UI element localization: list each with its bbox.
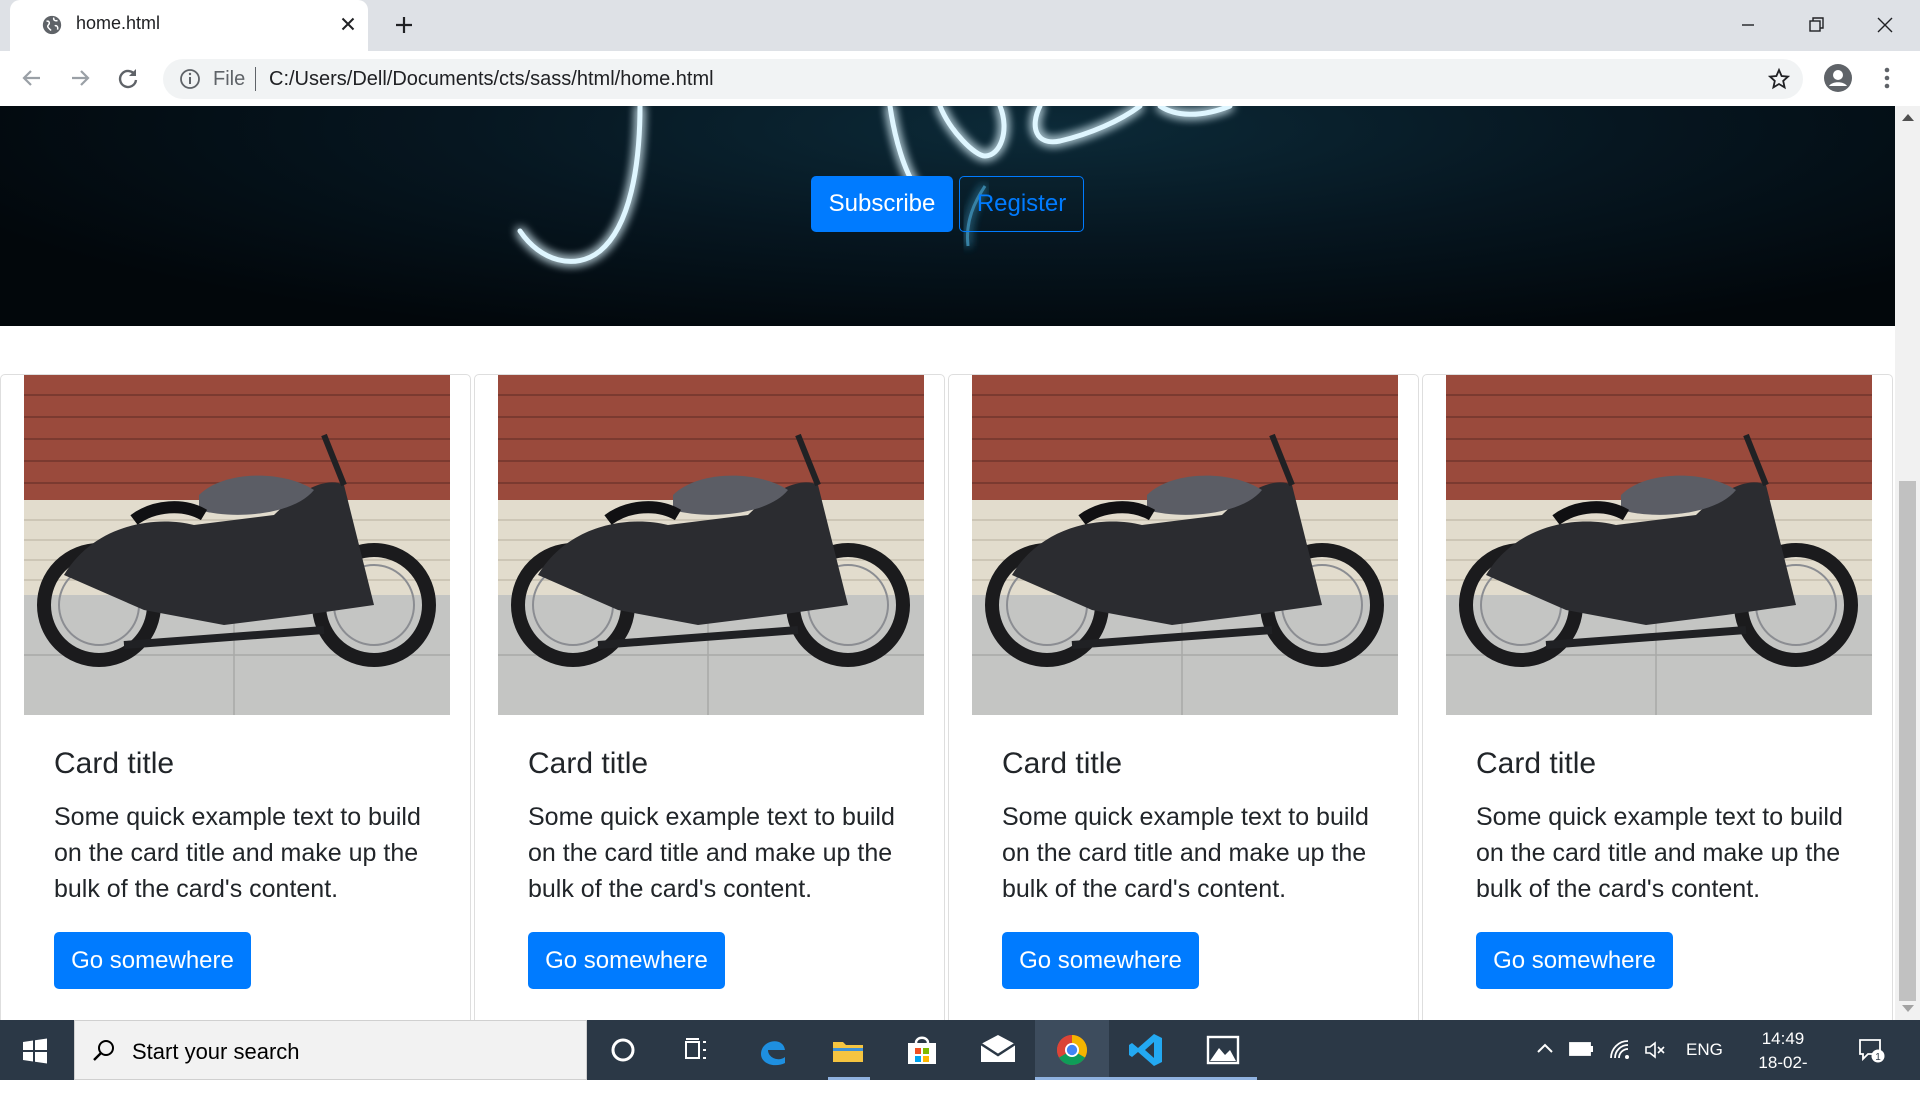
card-text: Some quick example text to build on the … [528, 803, 895, 903]
card-text: Some quick example text to build on the … [1476, 803, 1843, 903]
card-image-motorcycle [24, 375, 450, 715]
task-view-icon[interactable] [676, 1030, 716, 1070]
notification-center-icon[interactable]: 1 [1857, 1036, 1885, 1064]
show-hidden-icons-chevron-icon[interactable] [1534, 1038, 1556, 1060]
subscribe-button[interactable]: Subscribe [811, 176, 953, 232]
card-title: Card title [1002, 747, 1123, 780]
profile-avatar-icon[interactable] [1823, 63, 1853, 93]
edge-icon[interactable] [753, 1030, 793, 1070]
hero-banner: Subscribe Register [0, 106, 1895, 326]
browser-tabstrip: home.html [0, 0, 1920, 51]
card: Card title Some quick example text to bu… [948, 374, 1419, 1020]
cortana-icon[interactable] [603, 1030, 643, 1070]
url-text[interactable]: C:/Users/Dell/Documents/cts/sass/html/ho… [269, 68, 714, 91]
file-explorer-icon[interactable] [828, 1030, 868, 1070]
page-scrollbar[interactable] [1895, 106, 1920, 1020]
close-tab-icon[interactable] [337, 13, 359, 35]
restore-icon[interactable] [1803, 12, 1829, 38]
search-placeholder: Start your search [132, 1039, 300, 1064]
store-icon[interactable] [902, 1030, 942, 1070]
windows-taskbar: Start your search ENG 14:49 18-02-2020 1 [0, 1020, 1920, 1096]
card-text: Some quick example text to build on the … [1002, 803, 1369, 903]
address-bar[interactable]: File C:/Users/Dell/Documents/cts/sass/ht… [163, 59, 1803, 99]
globe-icon [42, 15, 62, 35]
page-viewport: Subscribe Register Card title Some quick… [0, 106, 1895, 1020]
clock-date: 18-02-2020 [1758, 1053, 1808, 1096]
vscode-icon[interactable] [1126, 1030, 1166, 1070]
mail-icon[interactable] [978, 1030, 1018, 1070]
clock-time: 14:49 [1761, 1029, 1805, 1048]
card: Card title Some quick example text to bu… [1422, 374, 1893, 1020]
reload-icon[interactable] [114, 64, 142, 92]
battery-icon[interactable] [1568, 1038, 1594, 1060]
card-title: Card title [528, 747, 649, 780]
card-image-motorcycle [972, 375, 1398, 715]
card-image-motorcycle [498, 375, 924, 715]
scrollbar-thumb[interactable] [1899, 481, 1916, 1001]
volume-muted-icon[interactable] [1643, 1038, 1667, 1062]
minimize-icon[interactable] [1735, 12, 1761, 38]
search-icon [93, 1040, 114, 1061]
info-icon[interactable] [179, 68, 201, 90]
language-indicator[interactable]: ENG [1686, 1040, 1723, 1060]
menu-kebab-icon[interactable] [1874, 63, 1900, 93]
scheme-label: File [213, 68, 246, 90]
wifi-icon[interactable] [1608, 1038, 1632, 1062]
card-image-motorcycle [1446, 375, 1872, 715]
close-window-icon[interactable] [1872, 12, 1898, 38]
new-tab-icon[interactable] [392, 13, 416, 37]
card-row: Card title Some quick example text to bu… [0, 374, 1895, 1020]
motorcycle-image [1446, 375, 1872, 715]
scroll-up-arrow-icon[interactable] [1902, 114, 1914, 121]
tab-title: home.html [76, 13, 161, 33]
go-somewhere-button[interactable]: Go somewhere [1476, 932, 1673, 989]
notification-count: 1 [1875, 1052, 1881, 1063]
motorcycle-image [498, 375, 924, 715]
forward-icon[interactable] [66, 64, 94, 92]
go-somewhere-button[interactable]: Go somewhere [54, 932, 251, 989]
omnibox-separator [255, 67, 256, 91]
photos-icon[interactable] [1203, 1030, 1243, 1070]
go-somewhere-button[interactable]: Go somewhere [528, 932, 725, 989]
windows-start-icon[interactable] [22, 1038, 48, 1064]
browser-toolbar: File C:/Users/Dell/Documents/cts/sass/ht… [0, 51, 1920, 107]
browser-tab[interactable]: home.html [10, 0, 368, 51]
card: Card title Some quick example text to bu… [474, 374, 945, 1020]
motorcycle-image [24, 375, 450, 715]
motorcycle-image [972, 375, 1398, 715]
card: Card title Some quick example text to bu… [0, 374, 471, 1020]
system-clock[interactable]: 14:49 18-02-2020 [1740, 1027, 1826, 1099]
go-somewhere-button[interactable]: Go somewhere [1002, 932, 1199, 989]
card-title: Card title [54, 747, 175, 780]
bookmark-star-icon[interactable] [1767, 67, 1791, 91]
taskbar-search-box[interactable]: Start your search [74, 1020, 587, 1080]
back-icon[interactable] [18, 64, 46, 92]
card-text: Some quick example text to build on the … [54, 803, 421, 903]
chrome-icon[interactable] [1052, 1030, 1092, 1070]
scroll-down-arrow-icon[interactable] [1902, 1005, 1914, 1012]
card-title: Card title [1476, 747, 1597, 780]
register-button[interactable]: Register [959, 176, 1084, 232]
